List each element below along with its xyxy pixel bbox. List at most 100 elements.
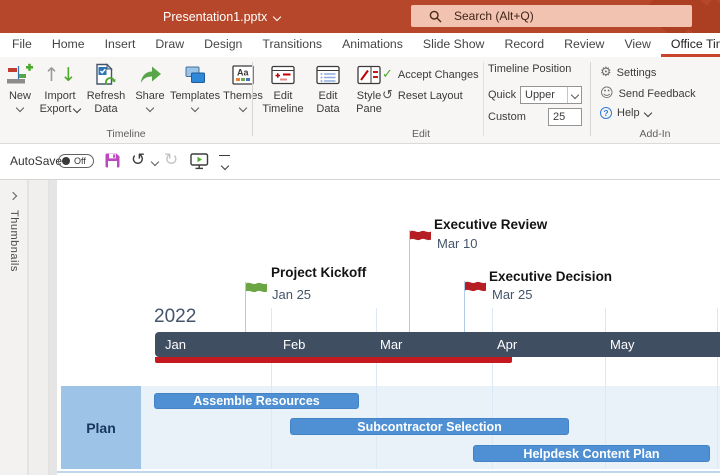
milestone-date[interactable]: Mar 25	[492, 287, 532, 302]
powerpoint-window: Presentation1.pptx Search (Alt+Q) File H…	[0, 0, 720, 475]
reset-layout-label: Reset Layout	[398, 90, 463, 102]
settings-label: Settings	[617, 67, 657, 79]
send-feedback-button[interactable]: ☺ Send Feedback	[600, 86, 696, 101]
templates-icon	[183, 60, 207, 90]
autosave-state: Off	[74, 156, 86, 166]
milestone-flag-project-kickoff[interactable]	[246, 280, 267, 296]
slide-canvas[interactable]: Plan 2022 Jan Feb Mar Apr May	[57, 180, 720, 475]
import-label: Import	[44, 90, 75, 103]
timeline-position-title: Timeline Position	[488, 63, 571, 75]
check-icon: ✓	[382, 67, 393, 82]
share-label: Share	[135, 90, 164, 103]
templates-button[interactable]: Templates	[170, 60, 220, 115]
elapsed-time-bar[interactable]	[155, 357, 512, 363]
tab-record[interactable]: Record	[494, 33, 554, 57]
milestone-title[interactable]: Project Kickoff	[271, 265, 366, 280]
month-label-jan: Jan	[165, 337, 186, 352]
themes-label: Themes	[223, 90, 263, 103]
accept-changes-button[interactable]: ✓ Accept Changes	[382, 67, 479, 82]
milestone-flag-executive-review[interactable]	[410, 228, 431, 244]
tab-draw[interactable]: Draw	[145, 33, 194, 57]
milestone-date[interactable]: Mar 10	[437, 236, 477, 251]
tab-transitions[interactable]: Transitions	[252, 33, 332, 57]
month-label-mar: Mar	[380, 337, 402, 352]
reset-icon: ↺	[382, 88, 393, 103]
timeline-band[interactable]: Jan Feb Mar Apr May	[155, 332, 720, 357]
share-button[interactable]: Share	[130, 60, 170, 115]
settings-button[interactable]: ⚙ Settings	[600, 65, 696, 80]
tab-animations[interactable]: Animations	[332, 33, 413, 57]
document-title-label: Presentation1.pptx	[163, 10, 267, 24]
save-button[interactable]	[104, 152, 121, 174]
group-label-addin: Add-In	[590, 128, 720, 140]
milestone-title[interactable]: Executive Review	[434, 217, 547, 232]
chevron-down-icon	[643, 109, 651, 117]
new-button[interactable]: New	[2, 60, 38, 115]
customize-qat-button[interactable]	[219, 155, 230, 174]
edit-data-button[interactable]: Edit Data	[308, 60, 348, 115]
group-label-edit: Edit	[252, 128, 590, 140]
custom-position-input[interactable]: 25	[548, 108, 582, 126]
start-slideshow-button[interactable]	[190, 153, 209, 175]
quick-label: Quick	[488, 89, 516, 101]
redo-button[interactable]: ↻	[164, 150, 178, 170]
tab-insert[interactable]: Insert	[95, 33, 146, 57]
select-dropdown-button[interactable]	[567, 87, 581, 103]
task-bar-assemble-resources[interactable]: Assemble Resources	[154, 393, 359, 409]
milestone-flag-executive-decision[interactable]	[465, 279, 486, 295]
tab-review[interactable]: Review	[554, 33, 614, 57]
thumbnails-pane-collapsed[interactable]: Thumbnails	[0, 180, 28, 475]
smiley-icon: ☺	[600, 86, 614, 101]
refresh-data-button[interactable]: Refresh Data	[82, 60, 130, 115]
next-lane-edge	[57, 471, 720, 473]
presentation-icon	[190, 153, 209, 170]
search-placeholder: Search (Alt+Q)	[454, 9, 534, 23]
autosave-toggle[interactable]: Off	[58, 154, 94, 168]
milestone-title[interactable]: Executive Decision	[489, 269, 612, 284]
ribbon-tab-bar: File Home Insert Draw Design Transitions…	[0, 33, 720, 57]
expand-pane-icon[interactable]	[9, 192, 17, 200]
import-export-button[interactable]: ↑↓ Import Export	[38, 60, 82, 115]
task-bar-subcontractor-selection[interactable]: Subcontractor Selection	[290, 418, 569, 435]
tab-file[interactable]: File	[2, 33, 42, 57]
group-separator	[590, 62, 591, 136]
milestone-date[interactable]: Jan 25	[272, 287, 311, 302]
quick-position-value: Upper	[521, 89, 567, 101]
autosave-label: AutoSave	[10, 154, 62, 168]
tab-slide-show[interactable]: Slide Show	[413, 33, 495, 57]
send-feedback-label: Send Feedback	[619, 88, 696, 100]
svg-text:Aa: Aa	[237, 68, 249, 78]
gear-icon: ⚙	[600, 65, 612, 80]
month-label-may: May	[610, 337, 635, 352]
tab-design[interactable]: Design	[194, 33, 252, 57]
chevron-down-icon	[191, 103, 199, 111]
undo-button[interactable]: ↺	[131, 150, 145, 170]
reset-layout-button[interactable]: ↺ Reset Layout	[382, 88, 479, 103]
document-title[interactable]: Presentation1.pptx	[163, 0, 280, 33]
tab-view[interactable]: View	[614, 33, 660, 57]
month-label-feb: Feb	[283, 337, 305, 352]
timeline-year-label[interactable]: 2022	[154, 306, 196, 328]
month-label-apr: Apr	[497, 337, 517, 352]
share-icon	[138, 60, 163, 90]
milestone-pole	[409, 230, 410, 332]
edit-data-label2: Data	[316, 103, 339, 116]
edit-data-icon	[316, 60, 340, 90]
search-input[interactable]: Search (Alt+Q)	[411, 5, 692, 27]
help-button[interactable]: ? Help	[600, 107, 696, 119]
edit-timeline-button[interactable]: Edit Timeline	[258, 60, 308, 115]
group-label-timeline: Timeline	[0, 128, 252, 140]
pane-divider[interactable]	[29, 180, 49, 475]
export-label: Export	[40, 103, 81, 116]
edit-timeline-icon	[271, 60, 295, 90]
swimlane-plan-header[interactable]: Plan	[61, 386, 141, 469]
style-pane-label1: Style	[357, 90, 381, 103]
tab-office-timeline-pro[interactable]: Office Timeline Pro+	[661, 33, 720, 57]
undo-dropdown-chevron[interactable]	[151, 158, 159, 166]
style-pane-label2: Pane	[356, 103, 382, 116]
quick-position-select[interactable]: Upper	[520, 86, 582, 104]
import-export-icon: ↑↓	[44, 60, 77, 90]
ribbon-group-timeline: New ↑↓ Import Export	[2, 60, 266, 115]
task-bar-helpdesk-content-plan[interactable]: Helpdesk Content Plan	[473, 445, 710, 462]
tab-home[interactable]: Home	[42, 33, 95, 57]
